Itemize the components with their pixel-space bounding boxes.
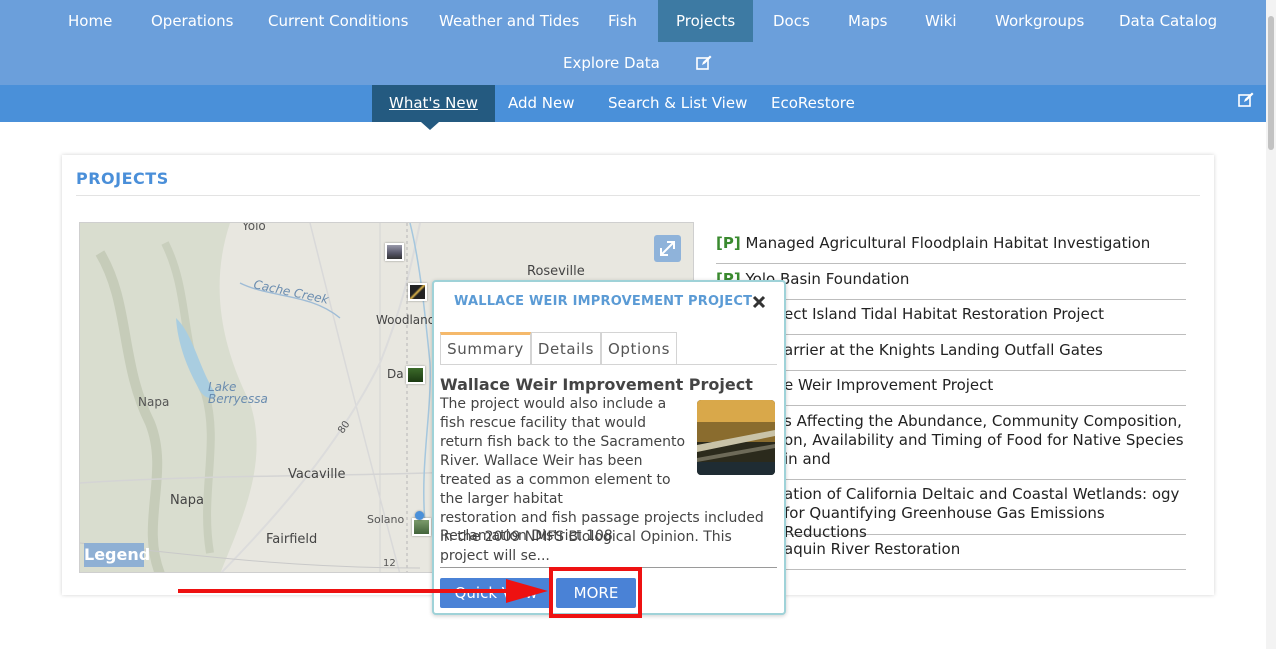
popup-heading: Wallace Weir Improvement Project [440,375,753,394]
map-label-roseville: Roseville [527,264,585,279]
map-label-yolo: Yolo [242,222,266,233]
project-title[interactable]: ect Island Tidal Habitat Restoration Pro… [784,305,1104,323]
nav-wiki[interactable]: Wiki [925,0,957,42]
project-list-item[interactable]: e Weir Improvement Project [716,376,1186,406]
project-popup: WALLACE WEIR IMPROVEMENT PROJECT Summary… [432,280,786,615]
map-label-davis: Da [387,367,404,381]
nav-fish[interactable]: Fish [608,0,637,42]
nav-projects[interactable]: Projects [658,0,754,42]
map-label-lake-berryessa: Lake Berryessa [208,380,268,406]
project-marker[interactable] [406,366,425,384]
popup-title: WALLACE WEIR IMPROVEMENT PROJECT [454,294,753,309]
subnav-ecorestore[interactable]: EcoRestore [771,85,855,122]
nav-maps[interactable]: Maps [848,0,887,42]
scrollbar-thumb[interactable] [1268,16,1274,150]
project-list-item[interactable]: ect Island Tidal Habitat Restoration Pro… [716,305,1186,335]
nav-current-conditions[interactable]: Current Conditions [268,0,409,42]
project-list-item[interactable]: arrier at the Knights Landing Outfall Ga… [716,341,1186,371]
project-marker[interactable] [385,243,404,261]
popup-owner: Reclamation District 108 [440,528,613,544]
map-label-napa-area: Napa [138,395,170,409]
project-list-item[interactable]: s Affecting the Abundance, Community Com… [716,412,1186,480]
expand-map-button[interactable] [654,235,681,262]
map-label-fairfield: Fairfield [266,532,318,547]
project-title[interactable]: ation of California Deltaic and Coastal … [784,485,1179,541]
project-marker[interactable] [408,283,427,301]
map-label-route-12: 12 [383,558,396,569]
popup-description-part: The project would also include a fish re… [440,396,686,507]
project-photo [697,400,775,475]
nav-workgroups[interactable]: Workgroups [995,0,1084,42]
tab-divider [440,364,777,365]
project-list-item[interactable]: [P] Managed Agricultural Floodplain Habi… [716,234,1186,264]
project-marker[interactable] [412,518,431,536]
subnav-search-list-view[interactable]: Search & List View [608,85,747,122]
project-list-item[interactable]: ation of California Deltaic and Coastal … [716,485,1186,541]
subnav-whats-new[interactable]: What's New [372,85,495,122]
panel-divider [76,195,1200,196]
nav-weather-tides[interactable]: Weather and Tides [439,0,579,42]
project-title[interactable]: arrier at the Knights Landing Outfall Ga… [784,341,1103,359]
panel-title: PROJECTS [76,169,169,188]
tab-details[interactable]: Details [531,332,601,364]
map-label-solano: Solano [367,513,405,526]
project-title[interactable]: e Weir Improvement Project [784,376,993,394]
nav-data-catalog[interactable]: Data Catalog [1119,0,1217,42]
project-list-item[interactable]: [P] Yolo Basin Foundation [716,270,1186,300]
map-label-napa: Napa [170,493,204,508]
annotation-arrow [178,579,548,603]
annotation-highlight-box [549,567,642,618]
page-scrollbar[interactable] [1266,0,1276,649]
tab-summary[interactable]: Summary [440,332,531,364]
expand-icon [660,241,675,256]
nav-home[interactable]: Home [68,0,112,42]
active-caret [421,122,439,130]
legend-button[interactable]: Legend [84,543,150,567]
subnav-add-new[interactable]: Add New [508,85,575,122]
project-list-item[interactable]: aquin River Restoration [716,540,1186,570]
sub-navigation: What's New Add New Search & List View Ec… [0,85,1276,130]
top-navigation: Home Operations Current Conditions Weath… [0,0,1276,85]
nav-explore-data[interactable]: Explore Data [563,42,660,85]
project-tag: [P] [716,234,741,252]
location-dot-icon [415,511,424,520]
map-label-vacaville: Vacaville [288,467,346,482]
edit-icon[interactable] [1238,92,1254,108]
project-title[interactable]: aquin River Restoration [784,540,960,558]
top-nav-row: Home Operations Current Conditions Weath… [0,0,1276,42]
project-title[interactable]: s Affecting the Abundance, Community Com… [784,412,1184,468]
nav-operations[interactable]: Operations [151,0,233,42]
map-label-woodland: Woodland [376,313,436,327]
close-icon[interactable] [752,294,766,309]
project-title[interactable]: Managed Agricultural Floodplain Habitat … [746,234,1151,252]
nav-docs[interactable]: Docs [773,0,810,42]
tab-options[interactable]: Options [601,332,677,364]
edit-icon[interactable] [696,55,712,71]
